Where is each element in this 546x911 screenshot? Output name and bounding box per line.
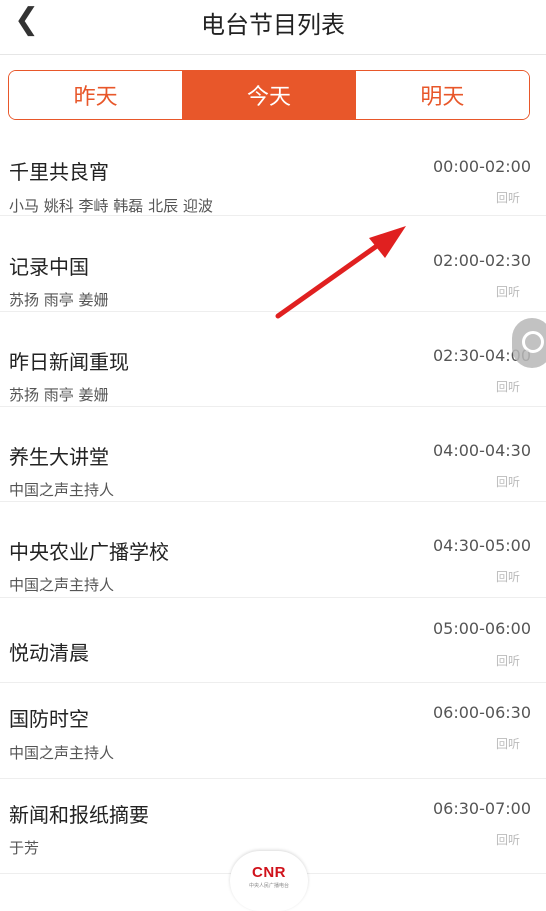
replay-button[interactable]: 回听: [496, 831, 520, 848]
cnr-logo-subtext: 中央人民广播电台: [248, 883, 289, 889]
header: ❮ 电台节目列表: [0, 0, 546, 55]
program-title: 悦动清晨: [9, 641, 89, 665]
replay-button[interactable]: 回听: [496, 189, 520, 206]
program-time: 04:30-05:00: [433, 536, 531, 555]
program-title: 国防时空: [9, 707, 89, 731]
floating-button[interactable]: [512, 318, 546, 368]
list-item[interactable]: 昨日新闻重现 苏扬 雨亭 姜姗 02:30-04:00 回听: [0, 312, 546, 407]
program-title: 千里共良宵: [9, 160, 109, 184]
list-item[interactable]: 悦动清晨 05:00-06:00 回听: [0, 598, 546, 683]
program-hosts: 中国之声主持人: [9, 481, 115, 499]
tab-tomorrow[interactable]: 明天: [355, 71, 529, 119]
replay-button[interactable]: 回听: [496, 652, 520, 669]
program-hosts: 于芳: [9, 839, 40, 857]
replay-button[interactable]: 回听: [496, 568, 520, 585]
program-hosts: 小马 姚科 李峙 韩磊 北辰 迎波: [9, 197, 213, 215]
program-hosts: 中国之声主持人: [9, 576, 115, 594]
program-hosts: 苏扬 雨亭 姜姗: [9, 291, 109, 309]
page-title: 电台节目列表: [201, 11, 345, 39]
list-item[interactable]: 国防时空 中国之声主持人 06:00-06:30 回听: [0, 683, 546, 779]
program-hosts: 中国之声主持人: [9, 744, 115, 762]
shutter-icon: [522, 331, 544, 353]
cnr-logo: CNR: [252, 864, 286, 881]
list-item[interactable]: 养生大讲堂 中国之声主持人 04:00-04:30 回听: [0, 407, 546, 502]
list-item[interactable]: 记录中国 苏扬 雨亭 姜姗 02:00-02:30 回听: [0, 216, 546, 312]
tab-yesterday[interactable]: 昨天: [9, 71, 183, 119]
player-logo[interactable]: CNR 中央人民广播电台: [230, 851, 308, 911]
list-item[interactable]: 中央农业广播学校 中国之声主持人 04:30-05:00 回听: [0, 502, 546, 598]
program-title: 中央农业广播学校: [9, 540, 169, 564]
program-time: 02:00-02:30: [433, 251, 531, 270]
program-hosts: 苏扬 雨亭 姜姗: [9, 386, 109, 404]
day-tabs: 昨天 今天 明天: [8, 70, 530, 120]
replay-button[interactable]: 回听: [496, 378, 520, 395]
replay-button[interactable]: 回听: [496, 473, 520, 490]
program-title: 养生大讲堂: [9, 445, 109, 469]
program-time: 06:00-06:30: [433, 703, 531, 722]
program-title: 新闻和报纸摘要: [9, 803, 149, 827]
program-list: 千里共良宵 小马 姚科 李峙 韩磊 北辰 迎波 00:00-02:00 回听 记…: [0, 121, 546, 874]
program-time: 06:30-07:00: [433, 799, 531, 818]
program-time: 05:00-06:00: [433, 619, 531, 638]
program-title: 记录中国: [9, 255, 89, 279]
program-time: 00:00-02:00: [433, 157, 531, 176]
program-title: 昨日新闻重现: [9, 350, 129, 374]
list-item[interactable]: 千里共良宵 小马 姚科 李峙 韩磊 北辰 迎波 00:00-02:00 回听: [0, 121, 546, 216]
program-time: 04:00-04:30: [433, 441, 531, 460]
replay-button[interactable]: 回听: [496, 735, 520, 752]
replay-button[interactable]: 回听: [496, 283, 520, 300]
tab-today[interactable]: 今天: [182, 71, 356, 119]
